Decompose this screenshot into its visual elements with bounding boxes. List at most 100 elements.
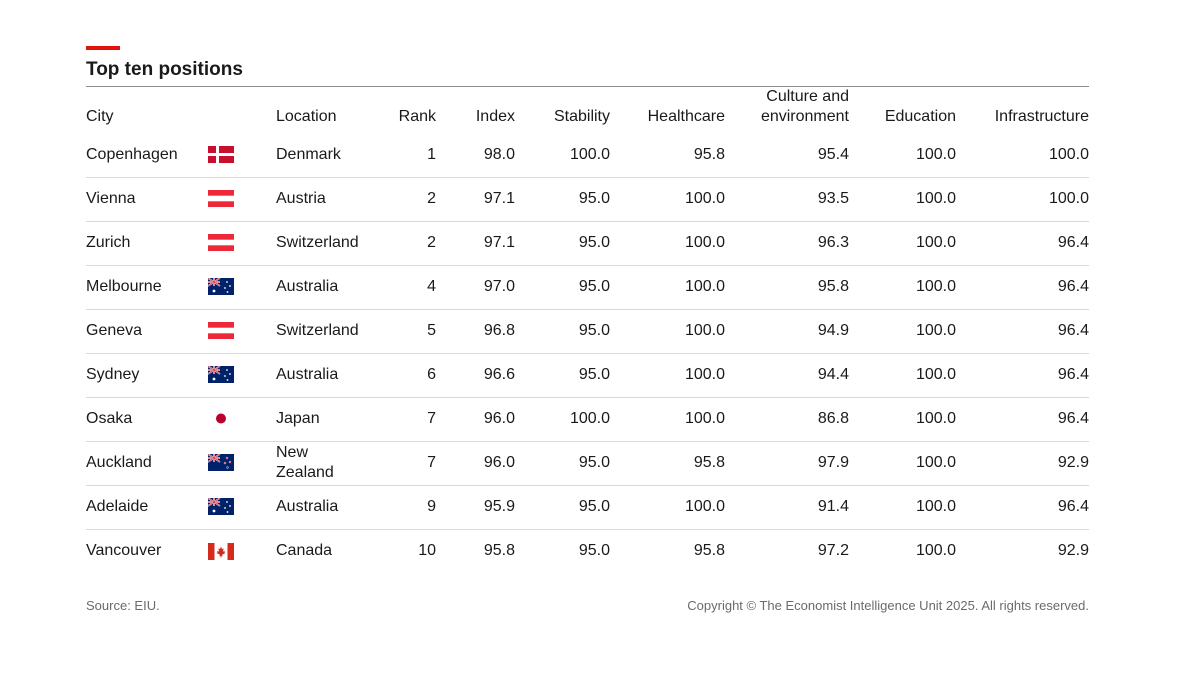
cell-city: Osaka <box>86 397 208 442</box>
cell-education: 100.0 <box>849 353 956 398</box>
cell-healthcare: 100.0 <box>610 177 725 222</box>
denmark-flag-icon <box>208 146 234 164</box>
cell-culture: 94.4 <box>725 353 849 398</box>
cell-rank: 10 <box>418 542 436 560</box>
table-row: Sydney Australia 6 96.6 95.0 100.0 94.4 100.0 96… <box>86 353 1089 398</box>
switzerland-flag-icon <box>208 234 234 252</box>
cell-stability: 95.0 <box>515 309 610 354</box>
ranking-table: City Location Rank Index Stability Healt… <box>86 87 1089 573</box>
cell-city: Vienna <box>86 177 208 222</box>
cell-healthcare: 100.0 <box>610 397 725 442</box>
col-header-culture: Culture and environment <box>760 88 849 125</box>
cell-healthcare: 100.0 <box>610 221 725 266</box>
flag-cell <box>208 177 276 222</box>
cell-education: 100.0 <box>849 133 956 178</box>
chart-title: Top ten positions <box>86 59 243 80</box>
cell-stability: 95.0 <box>515 221 610 266</box>
cell-city: Copenhagen <box>86 133 208 178</box>
cell-healthcare: 95.8 <box>610 133 725 178</box>
cell-infrastructure: 96.4 <box>956 265 1089 310</box>
cell-index: 95.8 <box>483 542 515 560</box>
cell-index: 96.6 <box>436 353 515 398</box>
cell-index: 97.0 <box>436 265 515 310</box>
flag-cell <box>207 441 276 486</box>
cell-culture: 97.2 <box>817 542 849 560</box>
cell-culture: 95.8 <box>725 265 849 310</box>
cell-stability: 100.0 <box>515 133 610 178</box>
source-note: Source: EIU. <box>86 598 160 613</box>
flag-cell <box>208 133 276 178</box>
cell-location: New Zealand <box>276 441 384 486</box>
switzerland-flag-icon <box>208 322 234 340</box>
cell-index: 96.0 <box>436 441 515 486</box>
header-row: City Location Rank Index Stability Healt… <box>86 87 1089 133</box>
table-row: Geneva Switzerland 5 96.8 95.0 100.0 94.9 100.0… <box>86 309 1089 354</box>
col-header-index: Index <box>475 108 515 125</box>
australia-flag-icon <box>207 497 234 516</box>
cell-location: Australia <box>276 353 384 398</box>
cell-culture: 91.4 <box>725 485 849 530</box>
new-zealand-flag-icon <box>207 453 234 472</box>
cell-city: Melbourne <box>86 265 208 310</box>
cell-culture: 95.4 <box>725 133 849 178</box>
cell-rank: 2 <box>384 221 436 266</box>
col-header-rank: Rank <box>398 108 436 125</box>
cell-location: Switzerland <box>276 309 384 354</box>
cell-infrastructure: 100.0 <box>956 177 1089 222</box>
table-body: Copenhagen Denmark 1 98.0 100.0 95.8 95.4 100.0… <box>86 133 1089 573</box>
cell-infrastructure: 96.4 <box>956 397 1089 442</box>
table-row: Adelaide Australia 9 95.9 95.0 100.0 91.4 100.0… <box>86 485 1089 530</box>
cell-infrastructure: 100.0 <box>956 133 1089 178</box>
flag-cell <box>208 529 276 573</box>
table-row: Melbourne Australia 4 97.0 95.0 100.0 95.8 100.… <box>86 265 1089 310</box>
cell-index: 95.9 <box>436 485 515 530</box>
flag-cell <box>207 485 276 530</box>
cell-education: 100.0 <box>849 485 956 530</box>
cell-stability: 95.0 <box>515 441 610 486</box>
table-row: Zurich Switzerland 2 97.1 95.0 100.0 96.3 100.0… <box>86 221 1089 266</box>
cell-education: 100.0 <box>849 309 956 354</box>
col-header-infrastructure: Infrastructure <box>994 108 1089 125</box>
flag-cell <box>208 397 276 442</box>
table-row: Vancouver Canada 10 95.8 95.0 95.8 97.2 100.0 92… <box>86 529 1089 573</box>
col-header-city: City <box>86 108 114 125</box>
cell-infrastructure: 96.4 <box>956 485 1089 530</box>
cell-index: 98.0 <box>436 133 515 178</box>
col-header-location: Location <box>276 108 337 125</box>
flag-cell <box>208 309 276 354</box>
cell-education: 100.0 <box>849 221 956 266</box>
col-header-healthcare: Healthcare <box>647 108 725 125</box>
cell-rank: 7 <box>384 397 436 442</box>
cell-location: Australia <box>276 485 384 530</box>
cell-healthcare: 100.0 <box>610 485 725 530</box>
table-row: Osaka Japan 7 96.0 100.0 100.0 86.8 100.0 96.4 <box>86 397 1089 442</box>
cell-healthcare: 95.8 <box>693 542 725 560</box>
cell-stability: 100.0 <box>515 397 610 442</box>
cell-infrastructure: 96.4 <box>956 221 1089 266</box>
cell-healthcare: 100.0 <box>610 265 725 310</box>
flag-cell <box>207 353 276 398</box>
cell-education: 100.0 <box>849 397 956 442</box>
cell-index: 96.8 <box>436 309 515 354</box>
cell-culture: 94.9 <box>725 309 849 354</box>
cell-location: Switzerland <box>276 221 384 266</box>
table-row: Auckland New Zealand 7 96.0 95.0 95.8 97.9 100.… <box>86 441 1089 486</box>
cell-stability: 95.0 <box>515 265 610 310</box>
cell-rank: 5 <box>384 309 436 354</box>
cell-culture: 86.8 <box>725 397 849 442</box>
cell-city: Zurich <box>86 221 208 266</box>
cell-education: 100.0 <box>849 265 956 310</box>
col-header-flag <box>208 87 276 133</box>
cell-city: Vancouver <box>86 542 162 560</box>
cell-index: 96.0 <box>436 397 515 442</box>
austria-flag-icon <box>208 190 234 208</box>
cell-infrastructure: 96.4 <box>956 309 1089 354</box>
cell-location: Denmark <box>276 133 384 178</box>
flag-cell <box>208 221 276 266</box>
cell-stability: 95.0 <box>515 485 610 530</box>
accent-bar <box>86 46 120 50</box>
australia-flag-icon <box>207 277 234 296</box>
cell-rank: 2 <box>384 177 436 222</box>
cell-location: Canada <box>276 542 333 560</box>
cell-rank: 1 <box>384 133 436 178</box>
